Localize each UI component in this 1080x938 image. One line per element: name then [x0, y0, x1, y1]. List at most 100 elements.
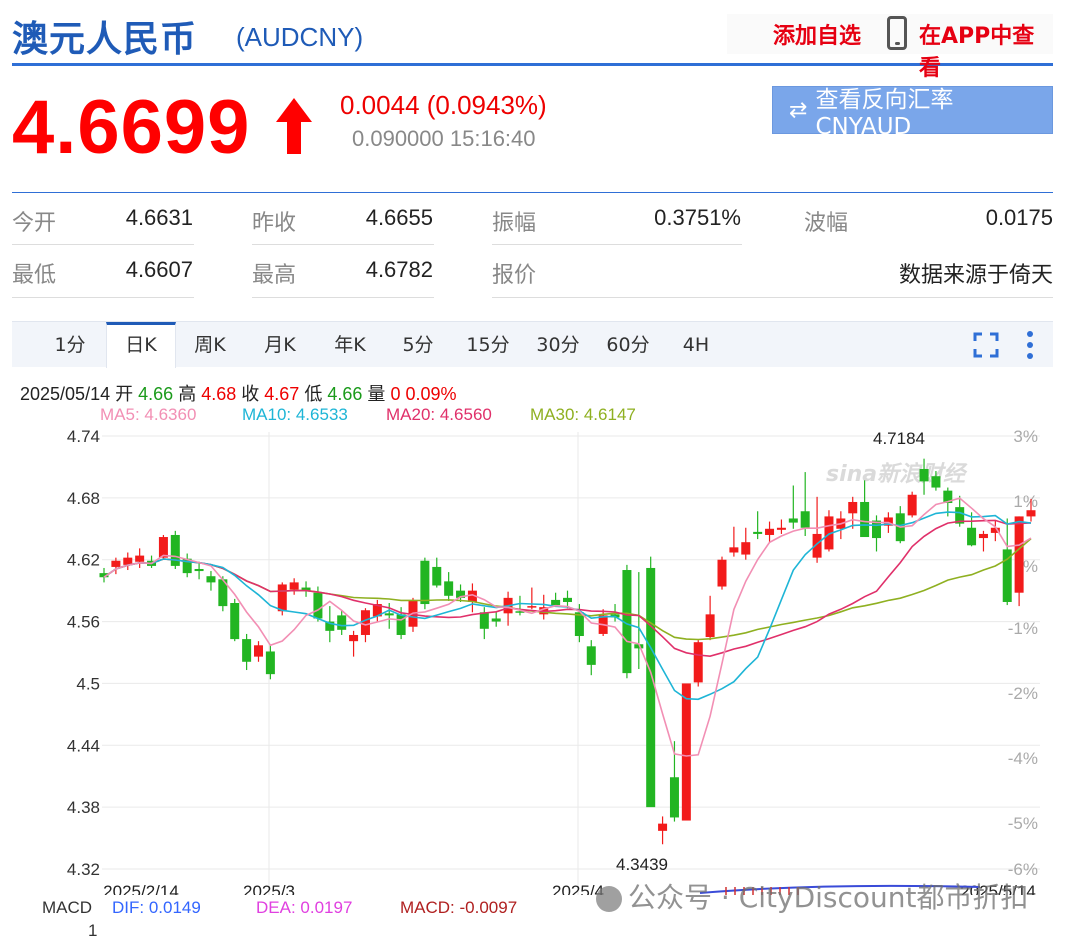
candle-body — [551, 599, 561, 606]
more-options-icon[interactable] — [1025, 330, 1035, 360]
candle-body — [254, 645, 263, 657]
ohlc-vol: 0 — [390, 384, 401, 404]
kline-chart[interactable]: 4.74 4.68 4.62 4.56 4.5 4.44 4.38 4.32 3% 1% -1% -2… — [0, 425, 1080, 895]
add-favorite-button[interactable]: 添加自选 — [773, 18, 861, 50]
high-value: 4.6782 — [365, 257, 433, 282]
tab-1min[interactable]: 1分 — [40, 322, 100, 368]
candle-body — [1014, 516, 1024, 593]
wave-value: 0.0175 — [985, 205, 1053, 230]
y-tick-label: 4.32 — [67, 860, 100, 879]
quote-label: 报价 — [492, 263, 537, 288]
y-tick-label: 4.44 — [67, 736, 100, 755]
pct-tick-label: -5% — [1008, 814, 1038, 833]
tab-monthly-k[interactable]: 月K — [248, 322, 312, 368]
y-tick-label: 4.56 — [67, 613, 100, 632]
amplitude-value: 0.3751% — [654, 205, 741, 230]
candle-body — [788, 518, 798, 523]
candle-body — [800, 511, 810, 528]
tab-15min[interactable]: 15分 — [456, 322, 520, 368]
candle-body — [289, 582, 299, 590]
ma30-line — [103, 538, 1032, 641]
candle-body — [111, 560, 121, 567]
stats-panel: 今开 4.6631 昨收 4.6655 振幅 0.3751% 波幅 0.0175… — [12, 192, 1053, 298]
candle-body — [170, 534, 180, 566]
candle-body — [337, 615, 347, 630]
candle-body — [765, 528, 775, 535]
candle-body — [681, 683, 691, 821]
ma10-label: MA10: 4.6533 — [242, 405, 348, 424]
ohlc-pct: 0.09% — [405, 384, 457, 404]
prev-close-label: 昨收 — [252, 211, 297, 236]
candle-body — [729, 547, 739, 553]
low-label: 最低 — [12, 263, 57, 288]
candle-body — [194, 568, 204, 572]
ma20-label: MA20: 4.6560 — [386, 405, 492, 424]
candle-body — [919, 468, 929, 482]
wave-label: 波幅 — [804, 211, 849, 236]
candle-body — [444, 581, 454, 596]
low-value: 4.6607 — [125, 257, 193, 282]
x-axis-label: 2025/3 — [243, 882, 295, 895]
view-in-app-button[interactable]: 在APP中查看 — [919, 18, 1053, 82]
candle-body — [158, 537, 168, 558]
ma-legend: MA5: 4.6360 MA10: 4.6533 MA20: 4.6560 MA… — [0, 405, 1080, 427]
candle-body — [384, 613, 394, 616]
candle-body — [242, 639, 252, 662]
open-value: 4.6631 — [125, 205, 193, 230]
candle-body — [277, 584, 287, 612]
min-annotation: 4.3439 — [616, 855, 668, 874]
y-tick-label: 4.5 — [76, 674, 100, 693]
candle-body — [206, 576, 216, 583]
ohlc-high-label: 高 — [178, 384, 197, 404]
macd-title: MACD — [42, 898, 93, 917]
phone-icon[interactable] — [887, 16, 907, 50]
candle-body — [705, 614, 715, 638]
swap-icon: ⇄ — [789, 97, 808, 123]
macd-dea: DEA: 0.0197 — [256, 898, 353, 917]
candle-body — [907, 494, 917, 516]
ohlc-low-label: 低 — [304, 384, 323, 404]
price-change: 0.0044 (0.0943%) — [340, 90, 547, 120]
candle-body — [753, 531, 763, 534]
y-tick-label: 4.74 — [67, 427, 100, 446]
currency-pair-name: 澳元人民币 — [12, 19, 198, 60]
open-label: 今开 — [12, 211, 57, 236]
candle-body — [967, 527, 977, 546]
ohlc-info: 2025/05/14 开 4.66 高 4.68 收 4.67 低 4.66 量… — [20, 380, 457, 406]
tab-weekly-k[interactable]: 周K — [178, 322, 242, 368]
y-tick-label: 4.38 — [67, 798, 100, 817]
fullscreen-icon[interactable] — [973, 332, 999, 358]
candle-body — [978, 533, 988, 539]
x-axis-label: 2025/2/14 — [103, 882, 179, 895]
tab-4h[interactable]: 4H — [668, 322, 724, 368]
currency-pair-code: (AUDCNY) — [236, 22, 364, 52]
divider — [492, 297, 1053, 298]
candle-body — [931, 476, 941, 488]
page-header: 澳元人民币 (AUDCNY) 添加自选 在APP中查看 — [12, 0, 1053, 81]
y-tick-label: 4.62 — [67, 551, 100, 570]
candle-body — [563, 597, 572, 602]
macd-axis-tick: 1 — [88, 921, 98, 938]
candle-body — [313, 592, 323, 619]
ma30-label: MA30: 4.6147 — [530, 405, 636, 424]
tab-yearly-k[interactable]: 年K — [318, 322, 382, 368]
ohlc-open: 4.66 — [138, 384, 174, 404]
tab-30min[interactable]: 30分 — [526, 322, 590, 368]
tab-60min[interactable]: 60分 — [596, 322, 660, 368]
tab-daily-k[interactable]: 日K — [106, 322, 176, 368]
tab-5min[interactable]: 5分 — [388, 322, 448, 368]
pct-tick-label: % — [1023, 557, 1038, 576]
pct-tick-label: -1% — [1008, 619, 1038, 638]
pct-tick-label: 3% — [1013, 427, 1038, 446]
reverse-rate-button[interactable]: ⇄ 查看反向汇率 CNYAUD — [772, 86, 1053, 140]
candle-body — [860, 501, 870, 538]
macd-value: MACD: -0.0097 — [400, 898, 518, 917]
candle-body — [658, 823, 668, 831]
pct-tick-label: -4% — [1008, 749, 1038, 768]
divider — [492, 244, 742, 245]
candle-body — [1026, 510, 1036, 517]
ma5-label: MA5: 4.6360 — [100, 405, 197, 424]
pct-tick-label: -2% — [1008, 684, 1038, 703]
current-price: 4.6699 — [12, 85, 251, 170]
pct-tick-label: 1% — [1013, 492, 1038, 511]
